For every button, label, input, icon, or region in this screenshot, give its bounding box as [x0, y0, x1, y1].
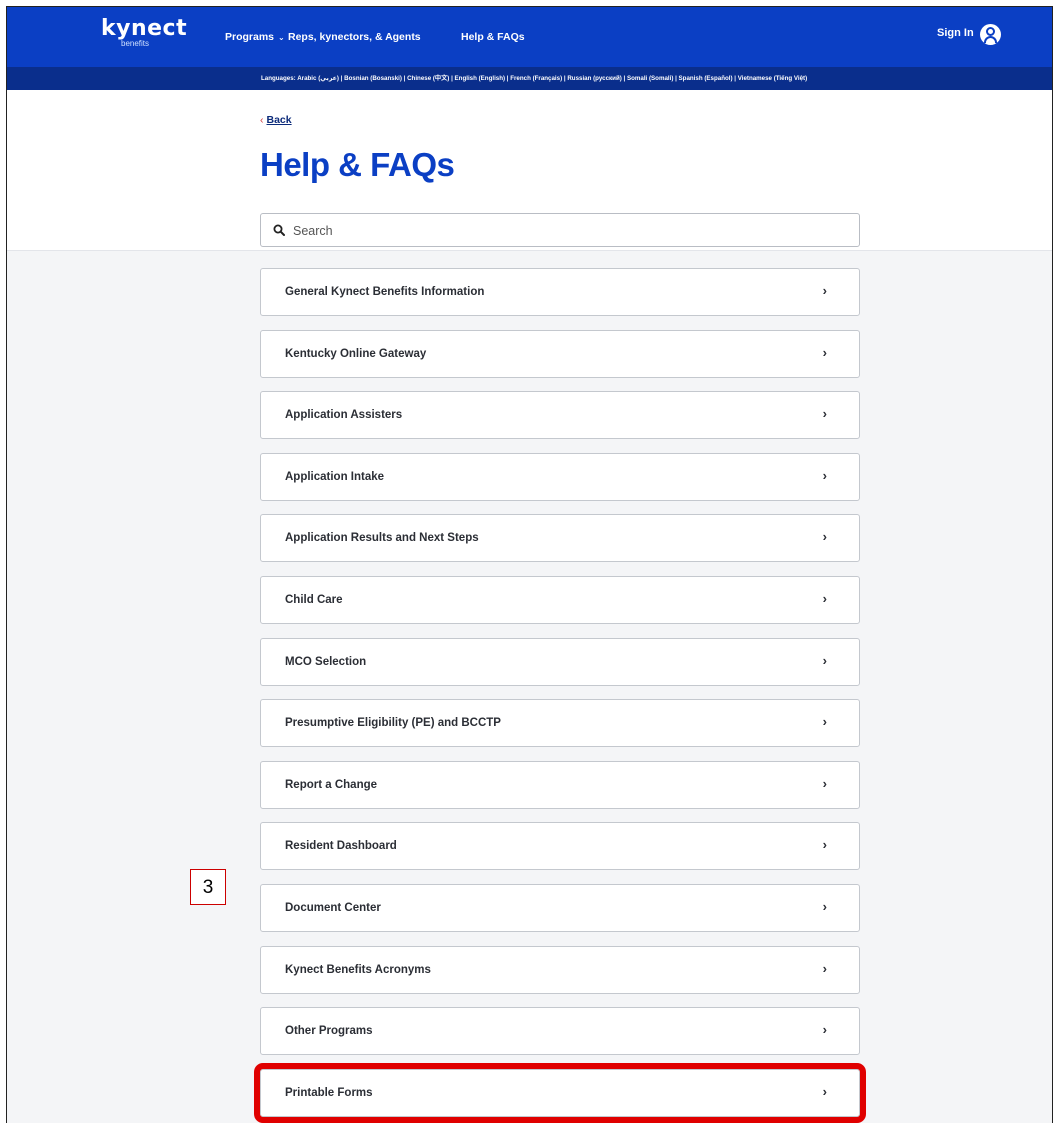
faq-item-label: Application Assisters: [285, 409, 403, 422]
faq-item-label: Printable Forms: [285, 1086, 373, 1099]
chevron-right-icon: ›: [822, 960, 827, 976]
chevron-right-icon: ›: [822, 714, 827, 730]
chevron-right-icon: ›: [822, 344, 827, 360]
chevron-right-icon: ›: [822, 898, 827, 914]
chevron-right-icon: ›: [822, 406, 827, 422]
faq-item-label: Presumptive Eligibility (PE) and BCCTP: [285, 717, 501, 730]
page-frame: kynect benefits Programs ⌄ Reps, kynector…: [6, 6, 1053, 1123]
faq-item-label: Application Results and Next Steps: [285, 532, 479, 545]
faq-item-label: Other Programs: [285, 1025, 373, 1038]
page-header: ‹ Back Help & FAQs: [7, 90, 1052, 251]
chevron-right-icon: ›: [822, 529, 827, 545]
faq-item-document-center[interactable]: Document Center ›: [260, 883, 860, 932]
faq-item-presumptive-eligibility[interactable]: Presumptive Eligibility (PE) and BCCTP ›: [260, 699, 860, 748]
search-box[interactable]: [260, 213, 860, 247]
faq-item-label: Kynect Benefits Acronyms: [285, 963, 431, 976]
back-link[interactable]: ‹ Back: [260, 114, 292, 126]
chevron-right-icon: ›: [822, 283, 827, 298]
nav-programs-label: Programs: [225, 31, 275, 43]
chevron-right-icon: ›: [822, 837, 827, 853]
faq-item-application-intake[interactable]: Application Intake ›: [260, 452, 860, 501]
search-icon: [273, 224, 285, 236]
faq-item-label: Kentucky Online Gateway: [285, 347, 427, 360]
faq-category-list: General Kynect Benefits Information › Ke…: [254, 268, 866, 1123]
chevron-right-icon: ›: [822, 1022, 827, 1038]
nav-help-faqs[interactable]: Help & FAQs: [461, 31, 525, 43]
faq-item-label: General Kynect Benefits Information: [285, 286, 485, 298]
chevron-right-icon: ›: [822, 590, 827, 606]
faq-item-other-programs[interactable]: Other Programs ›: [260, 1007, 860, 1056]
faq-item-general-kynect-benefits-information[interactable]: General Kynect Benefits Information ›: [260, 268, 860, 316]
nav-reps-kynectors-agents[interactable]: Reps, kynectors, & Agents: [288, 31, 421, 43]
page-title: Help & FAQs: [260, 146, 455, 183]
nav-reps-label: Reps, kynectors, & Agents: [288, 31, 421, 43]
faq-item-label: Resident Dashboard: [285, 840, 397, 853]
faq-item-child-care[interactable]: Child Care ›: [260, 575, 860, 624]
step-number-callout: 3: [190, 869, 226, 905]
faq-item-label: Document Center: [285, 901, 381, 914]
faq-item-resident-dashboard[interactable]: Resident Dashboard ›: [260, 822, 860, 871]
chevron-right-icon: ›: [822, 467, 827, 483]
search-input[interactable]: [291, 215, 855, 247]
logo-wordmark: kynect: [101, 16, 188, 41]
faq-item-label: MCO Selection: [285, 655, 367, 668]
chevron-left-icon: ‹: [260, 114, 264, 126]
chevron-right-icon: ›: [822, 775, 827, 791]
kynect-benefits-logo[interactable]: kynect benefits: [101, 16, 188, 49]
chevron-down-icon: ⌄: [278, 33, 285, 42]
faq-item-kynect-benefits-acronyms[interactable]: Kynect Benefits Acronyms ›: [260, 945, 860, 994]
top-navigation: kynect benefits Programs ⌄ Reps, kynector…: [7, 7, 1052, 67]
sign-in-link[interactable]: Sign In: [937, 27, 974, 39]
user-account-icon[interactable]: [980, 24, 1001, 45]
nav-help-label: Help & FAQs: [461, 31, 525, 43]
faq-item-application-results-and-next-steps[interactable]: Application Results and Next Steps ›: [260, 514, 860, 563]
nav-programs[interactable]: Programs ⌄: [225, 31, 285, 43]
faq-item-report-a-change[interactable]: Report a Change ›: [260, 760, 860, 809]
faq-item-printable-forms[interactable]: Printable Forms ›: [254, 1062, 866, 1123]
language-bar[interactable]: Languages: Arabic (عربي) | Bosnian (Bosa…: [7, 67, 1052, 90]
faq-item-label: Application Intake: [285, 470, 385, 483]
chevron-right-icon: ›: [822, 652, 827, 668]
faq-item-label: Child Care: [285, 593, 343, 606]
faq-item-kentucky-online-gateway[interactable]: Kentucky Online Gateway ›: [260, 329, 860, 378]
back-label: Back: [266, 114, 292, 126]
chevron-right-icon: ›: [822, 1083, 827, 1099]
faq-item-label: Report a Change: [285, 778, 378, 791]
faq-item-mco-selection[interactable]: MCO Selection ›: [260, 637, 860, 686]
faq-item-application-assisters[interactable]: Application Assisters ›: [260, 391, 860, 440]
